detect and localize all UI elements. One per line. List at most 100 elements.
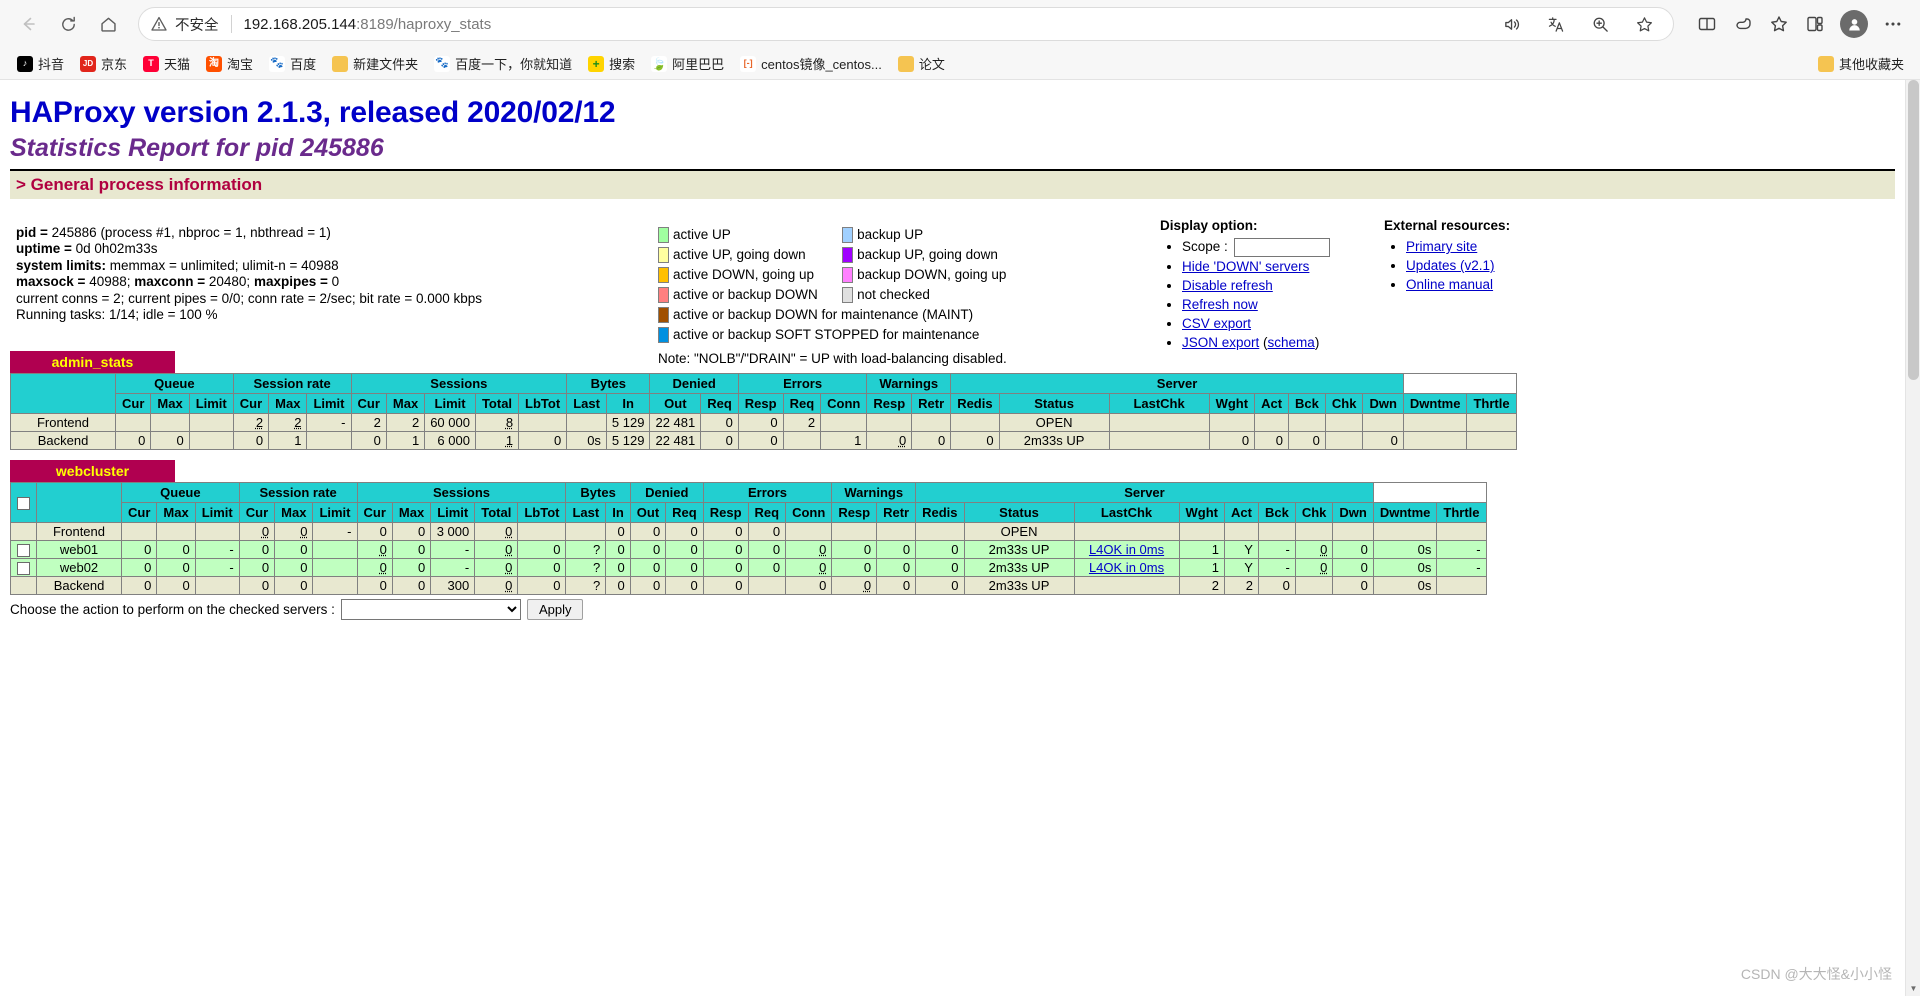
zoom-icon[interactable] bbox=[1583, 7, 1617, 41]
bookmark-baidu[interactable]: 🐾 百度 bbox=[262, 51, 323, 76]
table-cell[interactable]: L4OK in 0ms bbox=[1073, 539, 1180, 560]
other-favorites[interactable]: 其他收藏夹 bbox=[1817, 54, 1910, 73]
copilot-icon[interactable] bbox=[1726, 7, 1760, 41]
scrollbar-thumb[interactable] bbox=[1908, 80, 1919, 380]
disable-refresh-link[interactable]: Disable refresh bbox=[1182, 278, 1273, 293]
address-url: 192.168.205.144:8189/haproxy_stats bbox=[243, 15, 492, 33]
disable-refresh-item[interactable]: Disable refresh bbox=[1182, 277, 1330, 295]
json-schema-link[interactable]: schema bbox=[1268, 335, 1315, 350]
pid-line: pid = 245886 (process #1, nbproc = 1, nb… bbox=[16, 225, 482, 241]
action-select[interactable] bbox=[340, 599, 521, 621]
json-export-link[interactable]: JSON export bbox=[1182, 335, 1259, 350]
row-name: Backend bbox=[10, 431, 116, 450]
subheader-queue-max: Max bbox=[150, 393, 190, 414]
refresh-now-link[interactable]: Refresh now bbox=[1182, 297, 1258, 312]
tooltip-value: 0 bbox=[1320, 542, 1328, 558]
table-row: Frontend 0 0-0 0 3 000 0 0 0 0 0 0 OPEN bbox=[10, 522, 1487, 541]
lastchk-link[interactable]: L4OK in 0ms bbox=[1089, 560, 1164, 575]
table-cell: 0 bbox=[700, 431, 739, 450]
collections-icon[interactable] bbox=[1762, 7, 1796, 41]
csv-export-item[interactable]: CSV export bbox=[1182, 315, 1330, 333]
table-cell bbox=[1294, 522, 1334, 541]
subheader-queue-cur: Cur bbox=[114, 393, 152, 414]
bookmark-papers[interactable]: 论文 bbox=[891, 51, 952, 76]
subheader-sessions-lbtot: LbTot bbox=[518, 393, 568, 414]
legend-row: active UP, going down backup UP, going d… bbox=[658, 245, 1009, 265]
json-export-item[interactable]: JSON export (schema) bbox=[1182, 334, 1330, 352]
table-cell: 0 bbox=[274, 522, 314, 541]
subheader-errors-req: Req bbox=[782, 393, 822, 414]
table-cell: 0 bbox=[474, 539, 519, 560]
hide-down-servers-item[interactable]: Hide 'DOWN' servers bbox=[1182, 258, 1330, 276]
subheader-chk: Chk bbox=[1294, 502, 1334, 523]
bookmark-tmall[interactable]: T 天猫 bbox=[136, 51, 197, 76]
page-scrollbar[interactable]: ▲ ▼ bbox=[1905, 80, 1920, 996]
table-cell: 0 bbox=[785, 539, 833, 560]
lastchk-link[interactable]: L4OK in 0ms bbox=[1089, 542, 1164, 557]
back-arrow-icon[interactable] bbox=[10, 6, 46, 42]
read-aloud-icon[interactable] bbox=[1495, 7, 1529, 41]
subheader-sessions-lbtot: LbTot bbox=[517, 502, 567, 523]
table-cell: 0 bbox=[911, 431, 952, 450]
group-header-sessions: Sessions bbox=[356, 482, 567, 503]
bookmark-new-folder[interactable]: 新建文件夹 bbox=[325, 51, 425, 76]
table-cell: 0 bbox=[702, 576, 749, 596]
split-screen-icon[interactable] bbox=[1690, 7, 1724, 41]
table-cell: 0 bbox=[356, 522, 393, 541]
row-select-checkbox[interactable] bbox=[17, 562, 30, 576]
online-manual-link[interactable]: Online manual bbox=[1406, 277, 1493, 292]
row-name: web01 bbox=[36, 539, 122, 560]
bookmark-jd[interactable]: JD 京东 bbox=[73, 51, 134, 76]
bookmark-centos[interactable]: [-] centos镜像_centos... bbox=[733, 51, 889, 76]
home-icon[interactable] bbox=[90, 6, 126, 42]
not-secure-warning-icon[interactable] bbox=[151, 16, 167, 32]
address-bar[interactable]: 不安全 192.168.205.144:8189/haproxy_stats bbox=[138, 7, 1674, 41]
subheader-sessions-max: Max bbox=[391, 502, 432, 523]
csv-export-link[interactable]: CSV export bbox=[1182, 316, 1251, 331]
online-manual-item[interactable]: Online manual bbox=[1406, 276, 1510, 294]
primary-site-link[interactable]: Primary site bbox=[1406, 239, 1477, 254]
refresh-now-item[interactable]: Refresh now bbox=[1182, 296, 1330, 314]
profile-avatar-icon[interactable] bbox=[1840, 10, 1868, 38]
table-cell: 300 bbox=[430, 576, 476, 596]
hide-down-servers-link[interactable]: Hide 'DOWN' servers bbox=[1182, 259, 1309, 274]
settings-more-icon[interactable] bbox=[1876, 7, 1910, 41]
table-cell: 0 bbox=[747, 522, 787, 541]
table-cell bbox=[565, 522, 607, 541]
bookmark-search-360[interactable]: + 搜索 bbox=[581, 51, 642, 76]
table-cell: 0 bbox=[1294, 539, 1334, 560]
favorite-star-icon[interactable] bbox=[1627, 7, 1661, 41]
bookmark-alibaba[interactable]: 🍃 阿里巴巴 bbox=[644, 51, 731, 76]
subheader-bck: Bck bbox=[1257, 502, 1296, 523]
table-cell[interactable]: L4OK in 0ms bbox=[1073, 558, 1180, 578]
apply-button[interactable]: Apply bbox=[526, 599, 584, 621]
tooltip-value: 0 bbox=[300, 524, 308, 539]
scope-input[interactable] bbox=[1233, 238, 1330, 257]
table-cell bbox=[566, 413, 607, 432]
browser-essentials-icon[interactable] bbox=[1798, 7, 1832, 41]
legend-cell-right: not checked bbox=[820, 285, 1009, 305]
updates-link[interactable]: Updates (v2.1) bbox=[1406, 258, 1495, 273]
bookmark-taobao[interactable]: 淘 淘宝 bbox=[199, 51, 260, 76]
primary-site-item[interactable]: Primary site bbox=[1406, 238, 1510, 256]
table-cell bbox=[831, 522, 878, 541]
refresh-icon[interactable] bbox=[50, 6, 86, 42]
select-all-cell[interactable] bbox=[10, 482, 37, 523]
table-cell: 0 bbox=[517, 558, 567, 578]
scroll-down-arrow-icon[interactable]: ▼ bbox=[1906, 981, 1920, 996]
legend-label: active or backup DOWN bbox=[673, 286, 818, 302]
group-header-server: Server bbox=[950, 373, 1404, 394]
bookmark-douyin[interactable]: ♪ 抖音 bbox=[10, 51, 71, 76]
tooltip-value: 0 bbox=[819, 542, 827, 558]
select-all-checkbox[interactable] bbox=[17, 497, 30, 511]
table-cell: 5 129 bbox=[605, 413, 651, 432]
translate-icon[interactable] bbox=[1539, 7, 1573, 41]
bookmark-baidu-search[interactable]: 🐾 百度一下，你就知道 bbox=[427, 51, 579, 76]
legend-swatch-not-checked bbox=[842, 287, 854, 304]
row-select-cell[interactable] bbox=[10, 539, 37, 560]
updates-item[interactable]: Updates (v2.1) bbox=[1406, 257, 1510, 275]
bookmark-label: centos镜像_centos... bbox=[761, 57, 882, 72]
subheader-sessions-limit: Limit bbox=[424, 393, 476, 414]
row-select-cell[interactable] bbox=[10, 558, 37, 578]
row-select-checkbox[interactable] bbox=[17, 544, 30, 558]
